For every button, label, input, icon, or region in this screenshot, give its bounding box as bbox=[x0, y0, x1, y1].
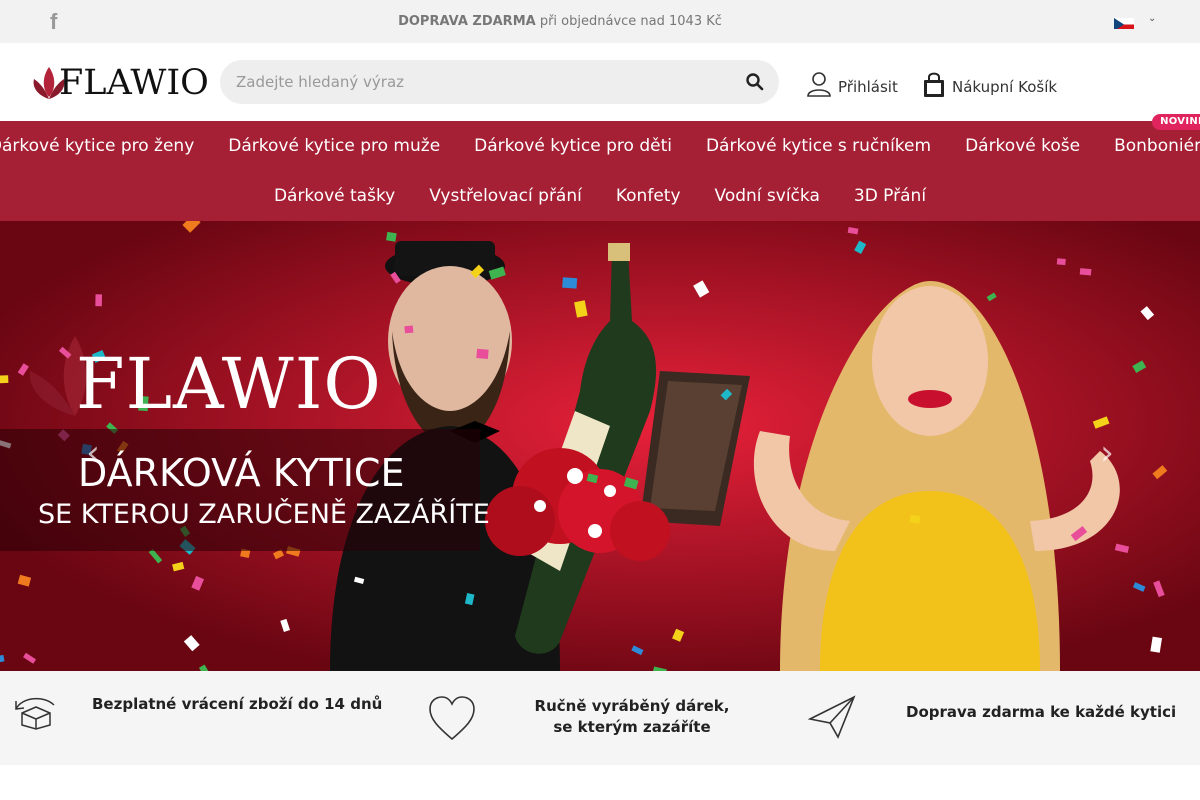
free-shipping-rest: při objednávce nad 1043 Kč bbox=[535, 14, 722, 29]
nav-item-label: Vystřelovací přání bbox=[429, 186, 582, 206]
confetti-piece bbox=[386, 231, 397, 242]
nav-item-d-rkov-kytice-pro-eny[interactable]: Dárkové kytice pro ženy bbox=[0, 133, 211, 159]
confetti-piece bbox=[1056, 258, 1066, 266]
box-return-icon bbox=[15, 697, 55, 730]
nav-item-d-rkov-ko-e[interactable]: Dárkové koše bbox=[948, 133, 1097, 159]
nav-item-label: Vodní svíčka bbox=[714, 186, 820, 206]
nav-item-label: Bonboniéry bbox=[1114, 136, 1200, 156]
search-input[interactable] bbox=[236, 60, 736, 104]
features-strip: Bezplatné vrácení zboží do 14 dnů Ručně … bbox=[0, 671, 1200, 765]
content-start bbox=[0, 765, 1200, 800]
header: FLAWIO Přihlásit Nákupní Košík bbox=[0, 43, 1200, 121]
main-navigation: Dárkové kytice pro ženy Dárkové kytice pr… bbox=[0, 114, 1200, 221]
search-bar bbox=[220, 60, 779, 104]
nav-item-vyst-elovac-p-n-[interactable]: Vystřelovací přání bbox=[412, 183, 599, 209]
feature-shipping-text: Doprava zdarma ke každé kytici bbox=[906, 703, 1177, 721]
confetti-piece bbox=[909, 514, 921, 524]
nav-item-konfety[interactable]: Konfety bbox=[599, 183, 698, 209]
user-icon bbox=[807, 72, 831, 97]
czech-flag-icon[interactable] bbox=[1114, 16, 1134, 29]
feature-returns-text: Bezplatné vrácení zboží do 14 dnů bbox=[92, 695, 383, 713]
heart-icon bbox=[429, 696, 475, 741]
hero-banner[interactable]: FLAWIO DÁRKOVÁ KYTICE SE KTEROU ZARUČENĚ… bbox=[0, 221, 1200, 671]
nav-item-label: Dárkové tašky bbox=[273, 186, 396, 206]
logo[interactable]: FLAWIO bbox=[32, 63, 209, 103]
nav-item-d-rkov-kytice-pro-mu-e[interactable]: Dárkové kytice pro muže bbox=[211, 133, 457, 159]
free-shipping-bold: DOPRAVA ZDARMA bbox=[398, 14, 536, 29]
feature-handmade-text: Ručně vyráběný dárek, se kterým zazáříte bbox=[532, 696, 732, 738]
feature-handmade-line2: se kterým zazáříte bbox=[553, 718, 711, 736]
confetti-piece bbox=[95, 294, 103, 307]
new-badge: NOVINKA bbox=[1152, 114, 1200, 130]
nav-item-label: Konfety bbox=[615, 186, 681, 206]
nav-item-label: Dárkové kytice pro děti bbox=[474, 136, 672, 156]
hero-brand: FLAWIO bbox=[76, 343, 382, 425]
feature-handmade-line1: Ručně vyráběný dárek, bbox=[534, 697, 730, 715]
confetti-piece bbox=[1079, 268, 1092, 276]
nav-row-1: Dárkové kytice pro ženy Dárkové kytice pr… bbox=[0, 114, 1200, 159]
nav-item-vodn-sv-ka[interactable]: Vodní svíčka bbox=[698, 183, 837, 209]
nav-item-label: Dárkové kytice s ručníkem bbox=[705, 136, 932, 156]
nav-item-d-rkov-ta-ky[interactable]: Dárkové tašky bbox=[257, 183, 412, 209]
search-icon[interactable] bbox=[745, 72, 765, 92]
nav-item-label: 3D Přání bbox=[853, 186, 927, 206]
nav-item-d-rkov-kytice-pro-d-ti[interactable]: Dárkové kytice pro děti bbox=[457, 133, 689, 159]
nav-item-bonboni-ry[interactable]: Bonboniéry NOVINKA bbox=[1097, 114, 1200, 159]
confetti-piece bbox=[562, 277, 578, 289]
cart-label: Nákupní Košík bbox=[952, 78, 1058, 96]
nav-item-label: Dárkové koše bbox=[965, 136, 1081, 156]
nav-row-2: Dárkové tašky Vystřelovací přání Konfety Vo… bbox=[0, 183, 1200, 209]
chevron-down-icon[interactable]: ⌄ bbox=[1148, 13, 1156, 24]
hero-subtitle: SE KTEROU ZARUČENĚ ZAZÁŘÍTE bbox=[38, 499, 490, 530]
nav-item-label: Dárkové kytice pro ženy bbox=[0, 136, 195, 156]
logo-text: FLAWIO bbox=[59, 63, 209, 103]
paper-plane-icon bbox=[808, 695, 856, 739]
nav-item-d-rkov-kytice-s-ru-n-kem[interactable]: Dárkové kytice s ručníkem bbox=[689, 133, 948, 159]
nav-item-label: Dárkové kytice pro muže bbox=[228, 136, 441, 156]
carousel-prev-button[interactable]: ‹ bbox=[78, 433, 108, 473]
confetti-piece bbox=[404, 325, 414, 334]
confetti-piece bbox=[0, 375, 9, 384]
confetti-piece bbox=[476, 348, 489, 360]
hero-title: DÁRKOVÁ KYTICE bbox=[78, 451, 405, 495]
carousel-next-button[interactable]: › bbox=[1092, 433, 1122, 473]
login-label: Přihlásit bbox=[838, 78, 898, 96]
nav-item-3d-p-n-[interactable]: 3D Přání bbox=[837, 183, 943, 209]
top-bar: f DOPRAVA ZDARMA při objednávce nad 1043… bbox=[0, 0, 1200, 43]
free-shipping-note: DOPRAVA ZDARMA při objednávce nad 1043 K… bbox=[0, 14, 1120, 29]
shopping-bag-icon bbox=[924, 72, 944, 97]
